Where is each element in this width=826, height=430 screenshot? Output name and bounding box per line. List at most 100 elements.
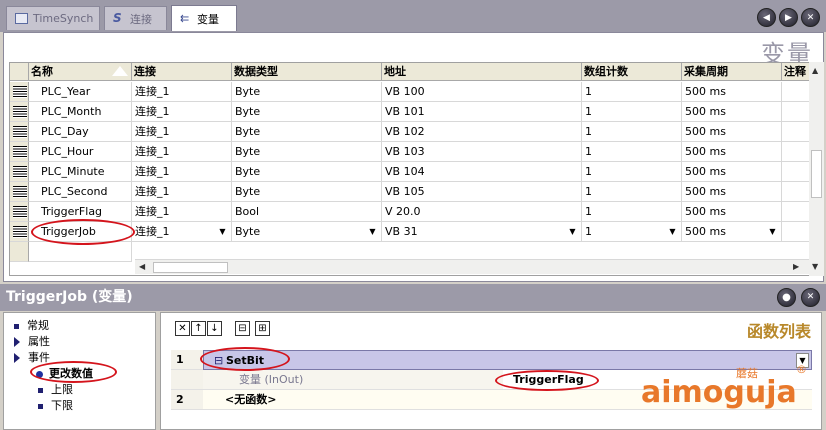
tab-variables[interactable]: ⇇ 变量 xyxy=(171,5,237,31)
column-header-address[interactable]: 地址 xyxy=(382,63,582,81)
cell-connection[interactable]: 连接_1 xyxy=(132,102,232,122)
dropdown-arrow-icon[interactable]: ▼ xyxy=(216,224,229,239)
cell-cycle[interactable]: 500 ms xyxy=(682,122,782,142)
vertical-scrollbar[interactable]: ▲ ▼ xyxy=(809,62,824,276)
expand-all-icon[interactable]: ⊞ xyxy=(255,321,270,336)
cell-name[interactable]: PLC_Day xyxy=(29,122,132,142)
row-header[interactable] xyxy=(10,162,29,182)
tree-item-lower-limit[interactable]: 下限 xyxy=(38,397,73,413)
cell-type[interactable]: Byte xyxy=(232,102,382,122)
scroll-right-icon[interactable]: ▶ xyxy=(793,262,799,271)
close-icon[interactable]: ✕ xyxy=(801,288,820,307)
cell-type[interactable]: Byte xyxy=(232,162,382,182)
column-header-cycle[interactable]: 采集周期 xyxy=(682,63,782,81)
table-row[interactable]: PLC_Second 连接_1 Byte VB 105 1 500 ms xyxy=(10,182,813,202)
cell-type[interactable]: Byte xyxy=(232,122,382,142)
cell-address[interactable]: VB 103 xyxy=(382,142,582,162)
cell-cycle[interactable]: 500 ms xyxy=(682,102,782,122)
cell-connection[interactable]: 连接_1 xyxy=(132,182,232,202)
cell-cycle[interactable]: 500 ms xyxy=(682,162,782,182)
expand-arrow-icon[interactable] xyxy=(14,337,20,347)
cell-name[interactable]: PLC_Year xyxy=(29,82,132,102)
cell-count[interactable]: 1 ▼ xyxy=(582,222,682,242)
cell-name[interactable]: PLC_Minute xyxy=(29,162,132,182)
tree-item-general[interactable]: 常规 xyxy=(14,317,49,333)
cell-connection[interactable]: 连接_1 ▼ xyxy=(132,222,232,242)
table-row[interactable]: PLC_Year 连接_1 Byte VB 100 1 500 ms xyxy=(10,82,813,102)
column-header-connection[interactable]: 连接 xyxy=(132,63,232,81)
cell-name[interactable]: PLC_Second xyxy=(29,182,132,202)
cell-cycle[interactable]: 500 ms xyxy=(682,182,782,202)
table-row[interactable]: PLC_Minute 连接_1 Byte VB 104 1 500 ms xyxy=(10,162,813,182)
close-icon[interactable]: ✕ xyxy=(801,8,820,27)
row-header[interactable] xyxy=(10,242,29,262)
scroll-left-icon[interactable]: ◀ xyxy=(139,262,145,271)
cell-type[interactable]: Byte xyxy=(232,182,382,202)
table-row[interactable]: PLC_Hour 连接_1 Byte VB 103 1 500 ms xyxy=(10,142,813,162)
column-header-datatype[interactable]: 数据类型 xyxy=(232,63,382,81)
cell-count[interactable]: 1 xyxy=(582,202,682,222)
table-row[interactable]: PLC_Month 连接_1 Byte VB 101 1 500 ms xyxy=(10,102,813,122)
column-header-name[interactable]: 名称 xyxy=(29,63,132,81)
cell-address[interactable]: VB 31 ▼ xyxy=(382,222,582,242)
move-down-icon[interactable]: ↓ xyxy=(207,321,222,336)
dropdown-arrow-icon[interactable]: ▼ xyxy=(666,224,679,239)
column-header-array-count[interactable]: 数组计数 xyxy=(582,63,682,81)
row-header[interactable] xyxy=(10,222,29,242)
cell-connection[interactable]: 连接_1 xyxy=(132,202,232,222)
cell-name[interactable] xyxy=(29,242,132,262)
cell-address[interactable]: V 20.0 xyxy=(382,202,582,222)
cell-connection[interactable]: 连接_1 xyxy=(132,142,232,162)
cell-name[interactable]: PLC_Month xyxy=(29,102,132,122)
pin-icon[interactable]: ● xyxy=(777,288,796,307)
move-up-icon[interactable]: ↑ xyxy=(191,321,206,336)
dropdown-arrow-icon[interactable]: ▼ xyxy=(766,224,779,239)
cell-address[interactable]: VB 102 xyxy=(382,122,582,142)
dropdown-arrow-icon[interactable]: ▼ xyxy=(366,224,379,239)
cell-type[interactable]: Byte xyxy=(232,142,382,162)
expand-arrow-icon[interactable] xyxy=(14,353,20,363)
cell-cycle[interactable]: 500 ms ▼ xyxy=(682,222,782,242)
cell-count[interactable]: 1 xyxy=(582,142,682,162)
cell-count[interactable]: 1 xyxy=(582,82,682,102)
cell-cycle[interactable]: 500 ms xyxy=(682,202,782,222)
scroll-thumb[interactable] xyxy=(811,150,822,198)
cell-type[interactable]: Byte xyxy=(232,82,382,102)
row-header[interactable] xyxy=(10,142,29,162)
cell-type[interactable]: Bool xyxy=(232,202,382,222)
cell-connection[interactable]: 连接_1 xyxy=(132,82,232,102)
cell-name[interactable]: PLC_Hour xyxy=(29,142,132,162)
cell-count[interactable]: 1 xyxy=(582,182,682,202)
tab-connections[interactable]: S 连接 xyxy=(104,6,167,30)
cell-connection[interactable]: 连接_1 xyxy=(132,162,232,182)
cell-count[interactable]: 1 xyxy=(582,102,682,122)
tree-item-properties[interactable]: 属性 xyxy=(14,333,50,349)
table-row[interactable]: PLC_Day 连接_1 Byte VB 102 1 500 ms xyxy=(10,122,813,142)
cell-address[interactable]: VB 104 xyxy=(382,162,582,182)
tab-timesynch[interactable]: TimeSynch xyxy=(6,6,100,30)
cell-connection[interactable]: 连接_1 xyxy=(132,122,232,142)
cell-cycle[interactable]: 500 ms xyxy=(682,142,782,162)
next-tab-icon[interactable]: ▶ xyxy=(779,8,798,27)
dropdown-arrow-icon[interactable]: ▼ xyxy=(566,224,579,239)
cell-cycle[interactable]: 500 ms xyxy=(682,82,782,102)
cell-address[interactable]: VB 101 xyxy=(382,102,582,122)
scroll-down-icon[interactable]: ▼ xyxy=(812,262,818,271)
tree-item-upper-limit[interactable]: 上限 xyxy=(38,381,73,397)
collapse-all-icon[interactable]: ⊟ xyxy=(235,321,250,336)
table-row[interactable]: TriggerFlag 连接_1 Bool V 20.0 1 500 ms xyxy=(10,202,813,222)
row-header[interactable] xyxy=(10,102,29,122)
horizontal-scrollbar[interactable]: ◀ ▶ xyxy=(135,259,809,274)
cell-type[interactable]: Byte ▼ xyxy=(232,222,382,242)
row-header[interactable] xyxy=(10,122,29,142)
row-header[interactable] xyxy=(10,182,29,202)
row-header[interactable] xyxy=(10,202,29,222)
cell-address[interactable]: VB 105 xyxy=(382,182,582,202)
cell-count[interactable]: 1 xyxy=(582,122,682,142)
delete-icon[interactable]: ✕ xyxy=(175,321,190,336)
scroll-up-icon[interactable]: ▲ xyxy=(812,66,818,75)
row-header[interactable] xyxy=(10,82,29,102)
cell-address[interactable]: VB 100 xyxy=(382,82,582,102)
function-row-setbit[interactable]: ⊟ SetBit ▼ xyxy=(203,350,812,370)
cell-count[interactable]: 1 xyxy=(582,162,682,182)
